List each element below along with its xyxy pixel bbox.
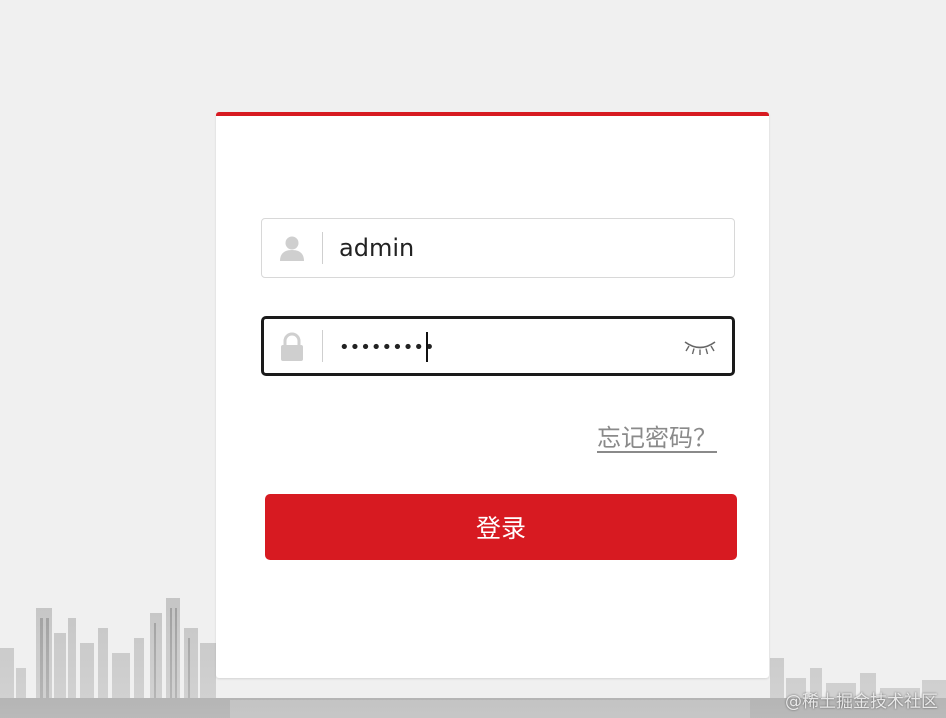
username-input[interactable] — [339, 219, 669, 277]
login-page: 忘记密码？ 登录 @稀土掘金技术社区 — [0, 0, 946, 718]
password-input[interactable] — [339, 317, 669, 377]
username-field[interactable] — [261, 218, 735, 278]
eye-closed-icon[interactable] — [682, 333, 718, 361]
text-cursor — [426, 332, 428, 362]
watermark: @稀土掘金技术社区 — [785, 692, 938, 712]
field-divider — [322, 330, 323, 362]
field-divider — [322, 232, 323, 264]
password-field[interactable] — [261, 316, 735, 377]
lock-icon — [262, 317, 322, 377]
login-card: 忘记密码？ 登录 — [216, 112, 769, 678]
forgot-password-link[interactable]: 忘记密码？ — [597, 418, 717, 453]
login-button[interactable]: 登录 — [265, 494, 737, 560]
user-icon — [262, 219, 322, 277]
